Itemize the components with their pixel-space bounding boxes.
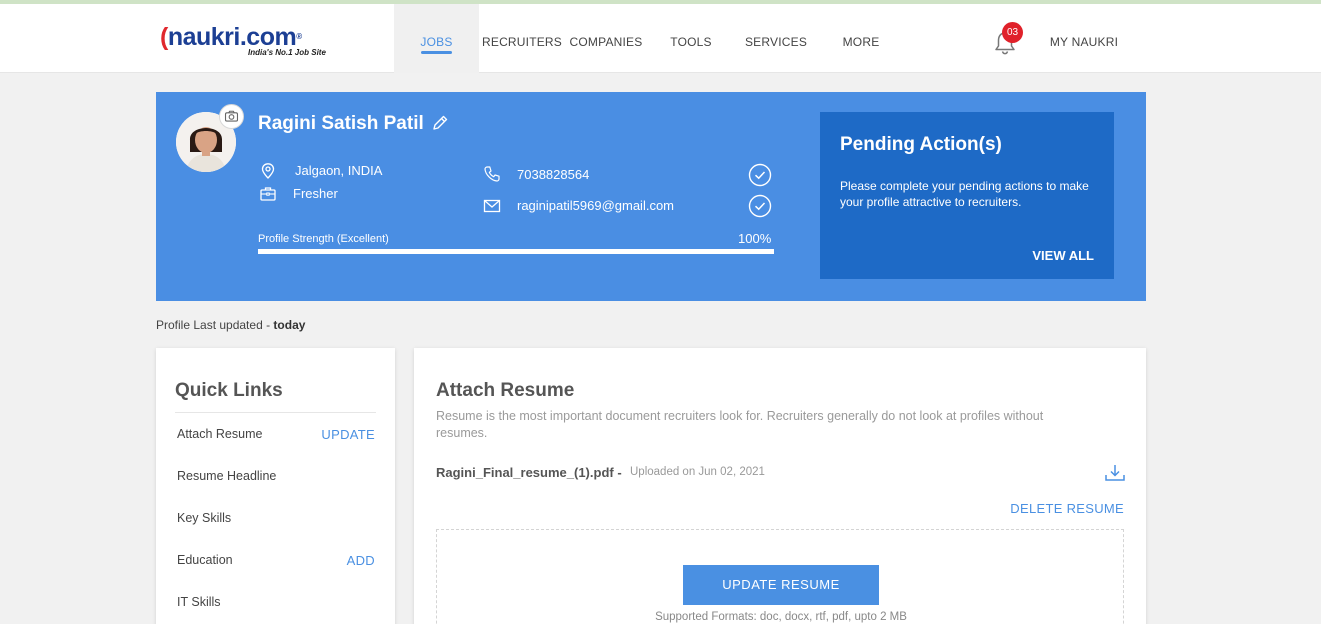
- update-resume-button[interactable]: UPDATE RESUME: [683, 565, 879, 605]
- mail-icon: [483, 199, 501, 213]
- download-icon[interactable]: [1104, 463, 1126, 483]
- phone-icon: [484, 166, 500, 182]
- pending-actions-panel: Pending Action(s) Please complete your p…: [820, 112, 1114, 279]
- logo-tagline: India's No.1 Job Site: [248, 48, 326, 57]
- nav-more-label: MORE: [842, 35, 880, 49]
- quick-link-resume-headline[interactable]: Resume Headline: [177, 469, 276, 483]
- check-circle-icon: [748, 194, 772, 218]
- camera-icon[interactable]: [219, 104, 244, 129]
- profile-strength-percent: 100%: [738, 231, 772, 246]
- nav-my-naukri[interactable]: MY NAUKRI: [1046, 4, 1122, 73]
- profile-location: Jalgaon, INDIA: [295, 163, 383, 178]
- check-circle-icon: [748, 163, 772, 187]
- top-navbar: (naukri.com® India's No.1 Job Site JOBS …: [0, 4, 1321, 73]
- logo-text: naukri.com: [167, 23, 297, 51]
- resume-file-name: Ragini_Final_resume_(1).pdf -: [436, 465, 622, 480]
- location-pin-icon: [261, 163, 275, 179]
- quick-link-key-skills[interactable]: Key Skills: [177, 511, 231, 525]
- profile-summary-card: Ragini Satish Patil Jalgaon, INDIA Fresh…: [156, 92, 1146, 301]
- view-all-link[interactable]: VIEW ALL: [1032, 248, 1094, 263]
- delete-resume-link[interactable]: DELETE RESUME: [1010, 501, 1124, 516]
- briefcase-icon: [260, 187, 276, 201]
- profile-strength-fill: [258, 249, 774, 254]
- resume-upload-date: Uploaded on Jun 02, 2021: [630, 466, 765, 478]
- nav-jobs[interactable]: JOBS: [394, 4, 479, 73]
- quick-links-divider: [175, 412, 376, 413]
- quick-links-title: Quick Links: [175, 380, 283, 401]
- nav-active-underline: [421, 51, 452, 54]
- attach-resume-description: Resume is the most important document re…: [436, 409, 1044, 440]
- nav-more[interactable]: MORE: [838, 4, 884, 73]
- nav-my-naukri-label: MY NAUKRI: [1049, 35, 1119, 49]
- pending-title: Pending Action(s): [840, 134, 1002, 155]
- quick-link-education[interactable]: Education: [177, 553, 233, 567]
- attach-resume-title: Attach Resume: [436, 380, 575, 401]
- nav-companies-label: COMPANIES: [569, 35, 643, 49]
- pending-text: Please complete your pending actions to …: [840, 179, 1089, 209]
- nav-services[interactable]: SERVICES: [744, 4, 808, 73]
- quick-links-panel: Quick Links Attach Resume UPDATE Resume …: [156, 348, 395, 624]
- notification-badge: 03: [1002, 22, 1023, 43]
- nav-tools[interactable]: TOOLS: [662, 4, 720, 73]
- nav-tools-label: TOOLS: [670, 35, 712, 49]
- nav-recruiters[interactable]: RECRUITERS: [482, 4, 563, 73]
- edit-pencil-icon[interactable]: [431, 114, 449, 132]
- quick-link-add-action[interactable]: ADD: [347, 553, 375, 568]
- quick-link-it-skills[interactable]: IT Skills: [177, 595, 221, 609]
- profile-name: Ragini Satish Patil: [258, 113, 424, 134]
- nav-companies[interactable]: COMPANIES: [567, 4, 645, 73]
- nav-services-label: SERVICES: [744, 35, 808, 49]
- naukri-logo[interactable]: (naukri.com® India's No.1 Job Site: [160, 24, 345, 64]
- supported-formats-text: Supported Formats: doc, docx, rtf, pdf, …: [655, 611, 907, 623]
- last-updated-prefix: Profile Last updated -: [156, 318, 274, 332]
- quick-link-update-action[interactable]: UPDATE: [321, 427, 375, 442]
- resume-dropzone[interactable]: UPDATE RESUME Supported Formats: doc, do…: [436, 529, 1124, 624]
- profile-phone: 7038828564: [517, 167, 590, 182]
- nav-recruiters-label: RECRUITERS: [482, 35, 563, 49]
- profile-email: raginipatil5969@gmail.com: [517, 198, 674, 213]
- last-updated-value: today: [273, 318, 306, 332]
- profile-strength-bar: [258, 249, 774, 254]
- nav-jobs-label: JOBS: [420, 35, 453, 49]
- attach-resume-card: Attach Resume Resume is the most importa…: [414, 348, 1146, 624]
- profile-strength-label: Profile Strength (Excellent): [258, 233, 389, 245]
- profile-last-updated: Profile Last updated - today: [156, 318, 305, 332]
- quick-link-attach-resume[interactable]: Attach Resume: [177, 427, 262, 441]
- profile-experience: Fresher: [293, 186, 338, 201]
